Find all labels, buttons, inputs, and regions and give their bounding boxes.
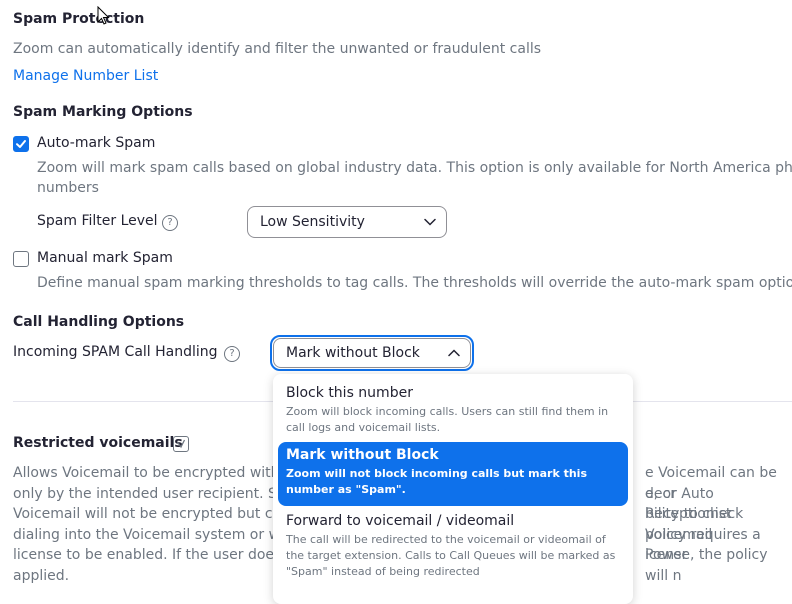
- spam-filter-level-select[interactable]: Low Sensitivity: [247, 206, 447, 238]
- menu-option-forward-voicemail[interactable]: Forward to voicemail / videomail The cal…: [278, 508, 628, 584]
- incoming-spam-handling-menu: Block this number Zoom will block incomi…: [273, 374, 633, 604]
- incoming-spam-handling-label: Incoming SPAM Call Handling: [13, 344, 218, 360]
- restricted-voicemails-title: Restricted voicemails: [13, 435, 183, 451]
- manual-mark-spam-checkbox[interactable]: [13, 251, 29, 267]
- manual-mark-spam-label: Manual mark Spam: [37, 250, 173, 266]
- option-description: Zoom will not block incoming calls but m…: [286, 467, 587, 496]
- restricted-voicemails-check-icon: [173, 436, 189, 452]
- auto-mark-spam-description-line2: numbers: [37, 180, 99, 196]
- option-description: Zoom will block incoming calls. Users ca…: [286, 405, 609, 434]
- option-title: Block this number: [286, 385, 413, 401]
- call-handling-title: Call Handling Options: [13, 314, 185, 330]
- spam-filter-level-label: Spam Filter Level: [37, 213, 158, 229]
- auto-mark-spam-label: Auto-mark Spam: [37, 135, 156, 151]
- manual-mark-spam-description: Define manual spam marking thresholds to…: [37, 275, 792, 291]
- chevron-down-icon: [424, 218, 436, 226]
- incoming-spam-handling-value: Mark without Block: [286, 345, 420, 361]
- spam-protection-description: Zoom can automatically identify and filt…: [13, 41, 542, 57]
- option-title: Forward to voicemail / videomail: [286, 513, 515, 529]
- spam-protection-title: Spam Protection: [13, 11, 145, 27]
- incoming-spam-handling-help-icon[interactable]: ?: [224, 346, 240, 362]
- spam-filter-level-help-icon[interactable]: ?: [162, 215, 178, 231]
- chevron-up-icon: [448, 349, 460, 357]
- auto-mark-spam-description-line1: Zoom will mark spam calls based on globa…: [37, 160, 792, 176]
- auto-mark-spam-checkbox[interactable]: [13, 136, 29, 152]
- manage-number-list-link[interactable]: Manage Number List: [13, 68, 158, 84]
- spam-filter-level-value: Low Sensitivity: [260, 214, 365, 230]
- incoming-spam-handling-select[interactable]: Mark without Block: [273, 338, 471, 368]
- menu-option-block-number[interactable]: Block this number Zoom will block incomi…: [278, 380, 628, 440]
- mouse-cursor-icon: [97, 6, 110, 25]
- option-description: The call will be redirected to the voice…: [286, 533, 616, 578]
- checkmark-icon: [16, 140, 26, 148]
- menu-option-mark-without-block[interactable]: Mark without Block Zoom will not block i…: [278, 442, 628, 506]
- spam-marking-title: Spam Marking Options: [13, 104, 193, 120]
- option-title: Mark without Block: [286, 447, 439, 463]
